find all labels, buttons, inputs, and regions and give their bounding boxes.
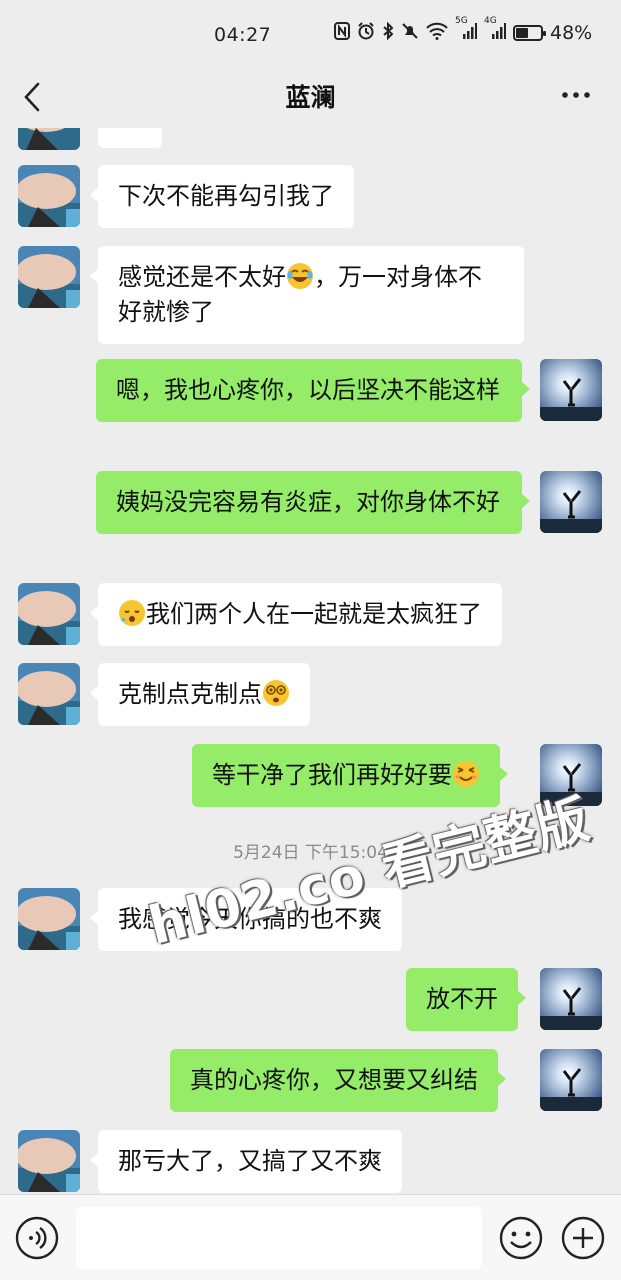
signal-5g-icon: 5G (455, 16, 477, 44)
contact-avatar[interactable] (18, 1130, 80, 1192)
message-bubble-partial[interactable] (98, 128, 162, 148)
wifi-icon (426, 22, 448, 44)
message-bubble[interactable]: 等干净了我们再好好要 (192, 744, 508, 807)
message-text: 下次不能再勾引我了 (118, 182, 334, 210)
contact-avatar[interactable] (18, 165, 80, 227)
smiling-closed-eyes-emoji (453, 761, 479, 787)
message-timestamp: 5月24日 下午15:04 (233, 843, 388, 863)
message-bubble[interactable]: 姨妈没完容易有炎症，对你身体不好 (96, 471, 530, 534)
message-input[interactable] (76, 1207, 482, 1269)
message-bubble[interactable]: 克制点克制点 (90, 663, 310, 726)
sleepy-face-emoji (119, 600, 145, 626)
bluetooth-icon (382, 21, 394, 44)
message-text: 放不开 (426, 985, 498, 1013)
my-avatar[interactable] (540, 1049, 602, 1111)
input-bar (0, 1194, 621, 1280)
status-icons: 5G 4G 48% (334, 16, 593, 44)
my-avatar[interactable] (540, 968, 602, 1030)
alarm-icon (357, 22, 375, 44)
message-text: 我们两个人在一起就是太疯狂了 (146, 600, 482, 628)
chat-area[interactable]: 下次不能再勾引我了 感觉还是不太好 ，万一对身体不好就惨了 嗯，我也心疼你，以后坚… (0, 128, 621, 1194)
mute-icon (401, 22, 419, 44)
status-time: 04:27 (214, 24, 272, 46)
message-text: 等干净了我们再好好要 (212, 761, 452, 789)
message-text: 真的心疼你，又想要又纠结 (190, 1066, 478, 1094)
signal-4g-icon: 4G (484, 16, 506, 44)
message-text: 我感觉今天你搞的也不爽 (118, 905, 382, 933)
back-button[interactable] (18, 80, 48, 114)
battery-icon (513, 25, 546, 41)
message-text: 那亏大了，又搞了又不爽 (118, 1147, 382, 1175)
more-button[interactable] (559, 78, 593, 112)
voice-button[interactable] (14, 1215, 60, 1261)
plus-button[interactable] (560, 1215, 606, 1261)
chevron-left-icon (24, 82, 40, 112)
message-bubble[interactable]: 放不开 (406, 968, 526, 1031)
message-bubble[interactable]: 感觉还是不太好 ，万一对身体不好就惨了 (90, 246, 524, 344)
message-bubble[interactable]: 下次不能再勾引我了 (90, 165, 354, 228)
status-bar: 04:27 5G 4G 48% (0, 0, 621, 64)
message-text: 感觉还是不太好 (118, 263, 286, 291)
message-bubble[interactable]: 我们两个人在一起就是太疯狂了 (90, 583, 502, 646)
contact-avatar[interactable] (18, 583, 80, 645)
message-bubble[interactable]: 那亏大了，又搞了又不爽 (90, 1130, 402, 1193)
emoji-button[interactable] (498, 1215, 544, 1261)
chat-header: 蓝澜 (0, 64, 621, 128)
message-text: 克制点克制点 (118, 680, 262, 708)
message-text: 嗯，我也心疼你，以后坚决不能这样 (116, 376, 500, 404)
message-bubble[interactable]: 嗯，我也心疼你，以后坚决不能这样 (96, 359, 530, 422)
smiley-icon (499, 1216, 543, 1260)
battery-percent: 48% (550, 22, 593, 44)
my-avatar[interactable] (540, 744, 602, 806)
more-dots-icon (562, 92, 590, 98)
message-bubble[interactable]: 我感觉今天你搞的也不爽 (90, 888, 402, 951)
nfc-icon (334, 22, 350, 44)
dizzy-face-emoji (263, 680, 289, 706)
contact-avatar[interactable] (18, 888, 80, 950)
message-text: 姨妈没完容易有炎症，对你身体不好 (116, 488, 500, 516)
contact-avatar[interactable] (18, 246, 80, 308)
voice-icon (15, 1216, 59, 1260)
laughing-tears-emoji (287, 263, 313, 289)
my-avatar[interactable] (540, 471, 602, 533)
my-avatar[interactable] (540, 359, 602, 421)
chat-title: 蓝澜 (285, 83, 336, 112)
contact-avatar[interactable] (18, 128, 80, 150)
message-bubble[interactable]: 真的心疼你，又想要又纠结 (170, 1049, 506, 1112)
contact-avatar[interactable] (18, 663, 80, 725)
plus-icon (561, 1216, 605, 1260)
